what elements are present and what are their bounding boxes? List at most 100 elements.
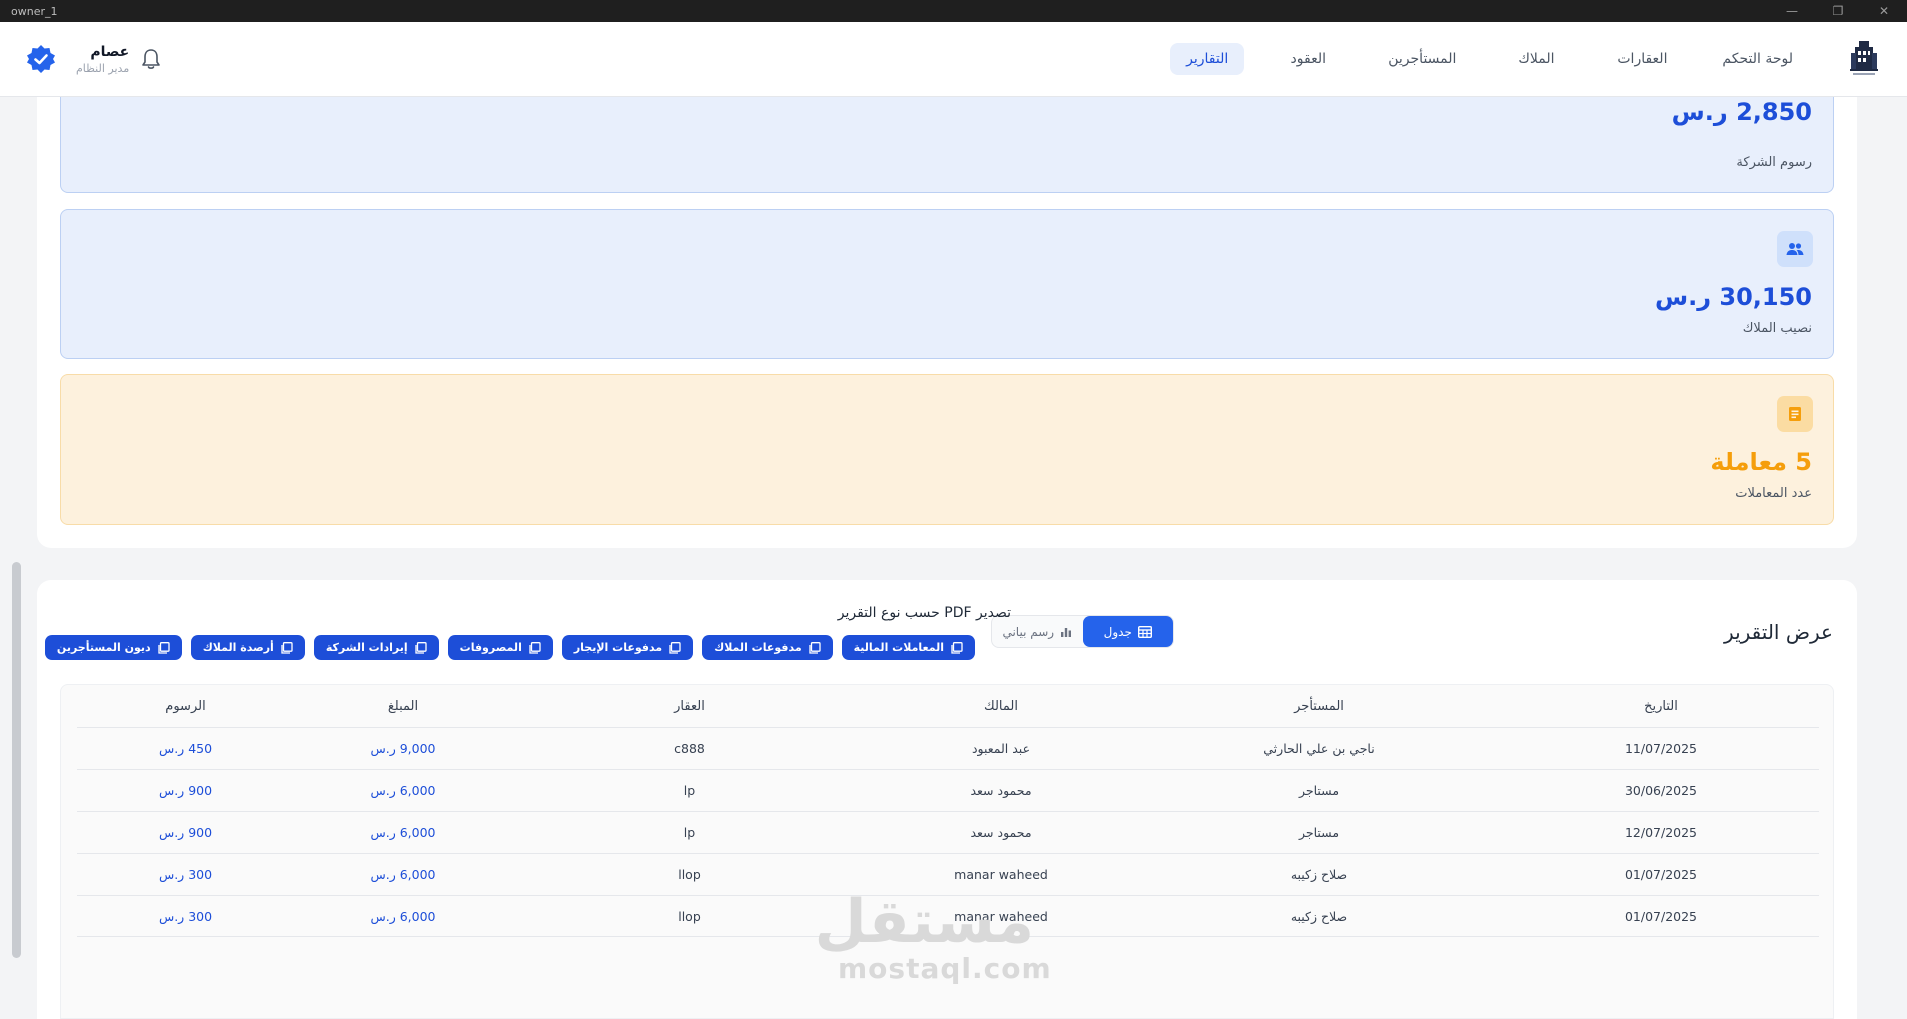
nav-tenants[interactable]: المستأجرين (1372, 43, 1472, 75)
watermark-arabic: مستقل (814, 887, 1034, 957)
watermark: مستقل mostaql.com (814, 887, 1052, 985)
export-financial-transactions-button[interactable]: المعاملات المالية (841, 635, 975, 660)
export-owner-balances-button[interactable]: أرصدة الملاك (190, 635, 305, 660)
owners-share-card: 30,150 ر.س نصيب الملاك (60, 209, 1834, 359)
cell-tenant: صلاح زكيبه (1290, 867, 1348, 882)
nav-properties[interactable]: العقارات (1600, 43, 1684, 75)
nav-reports[interactable]: التقارير (1170, 43, 1245, 75)
column-header-amount[interactable]: المبلغ (294, 699, 512, 714)
cell-fees: 300 ر.س (158, 908, 213, 924)
card-label: نصيب الملاك (1742, 321, 1812, 336)
cell-property: c888 (674, 741, 705, 756)
export-button-label: مدفوعات الإيجار (573, 641, 663, 654)
summary-panel: 2,850 ر.س رسوم الشركة 30,150 ر.س نصيب ال… (37, 97, 1857, 548)
pdf-file-icon (529, 641, 541, 654)
table-row[interactable]: 12/07/2025 مستاجر محمود سعد lp 6,000 ر.س… (77, 811, 1819, 853)
cell-owner: manar waheed (954, 867, 1048, 882)
cell-tenant: مستاجر (1298, 825, 1340, 840)
company-fees-card: 2,850 ر.س رسوم الشركة (60, 97, 1834, 193)
cell-owner: محمود سعد (970, 783, 1032, 798)
nav-contracts[interactable]: العقود (1266, 43, 1350, 75)
cell-date: 01/07/2025 (1624, 908, 1698, 924)
verified-badge-icon[interactable] (26, 44, 56, 74)
cell-owner: عبد المعبود (971, 741, 1031, 756)
table-icon (1137, 625, 1152, 638)
export-button-label: ديون المستأجرين (56, 641, 151, 654)
app-header: لوحة التحكم العقارات الملاك المستأجرين ا… (0, 22, 1907, 97)
export-tenant-debts-button[interactable]: ديون المستأجرين (44, 635, 182, 660)
export-rent-payments-button[interactable]: مدفوعات الإيجار (561, 635, 694, 660)
cell-date: 12/07/2025 (1624, 825, 1698, 840)
table-row[interactable]: 30/06/2025 مستاجر محمود سعد lp 6,000 ر.س… (77, 769, 1819, 811)
table-row[interactable]: 11/07/2025 ناجي بن علي الحارثي عبد المعب… (77, 727, 1819, 769)
table-header: التاريخ المستأجر المالك العقار المبلغ ال… (77, 685, 1819, 727)
users-icon (1777, 231, 1813, 267)
cell-property: lp (683, 825, 696, 840)
cell-date: 11/07/2025 (1624, 741, 1698, 756)
export-company-revenue-button[interactable]: إيرادات الشركة (313, 635, 439, 660)
column-header-property[interactable]: العقار (512, 699, 867, 714)
cell-property: lp (683, 783, 696, 798)
card-label: عدد المعاملات (1735, 486, 1812, 501)
pdf-file-icon (281, 641, 293, 654)
restore-button[interactable]: ❐ (1815, 0, 1861, 22)
minimize-button[interactable]: — (1769, 0, 1815, 22)
export-button-label: إيرادات الشركة (325, 641, 408, 654)
close-button[interactable]: ✕ (1861, 0, 1907, 22)
pdf-file-icon (158, 641, 170, 654)
cell-amount: 6,000 ر.س (370, 908, 436, 924)
cell-tenant: ناجي بن علي الحارثي (1263, 741, 1375, 756)
column-header-tenant[interactable]: المستأجر (1135, 699, 1503, 714)
table-view-button[interactable]: جدول (1082, 616, 1173, 647)
cell-fees: 900 ر.س (158, 783, 213, 798)
column-header-date[interactable]: التاريخ (1503, 699, 1819, 714)
main-nav: لوحة التحكم العقارات الملاك المستأجرين ا… (1170, 43, 1809, 75)
window-title: owner_1 (11, 4, 58, 18)
table-view-label: جدول (1103, 624, 1132, 639)
column-header-fees[interactable]: الرسوم (77, 699, 294, 714)
cell-amount: 6,000 ر.س (370, 867, 436, 882)
pdf-file-icon (951, 641, 963, 654)
watermark-latin: mostaql.com (838, 952, 1052, 985)
cell-date: 01/07/2025 (1624, 867, 1698, 882)
notifications-bell-icon[interactable] (139, 47, 163, 71)
cell-fees: 450 ر.س (158, 741, 213, 756)
export-owner-payments-button[interactable]: مدفوعات الملاك (702, 635, 833, 660)
report-title: عرض التقرير (1724, 620, 1833, 644)
user-name: عصام (90, 43, 130, 60)
export-button-label: المعاملات المالية (853, 641, 944, 654)
bar-chart-icon (1061, 627, 1072, 637)
nav-dashboard[interactable]: لوحة التحكم (1706, 43, 1809, 75)
cell-owner: محمود سعد (970, 825, 1032, 840)
view-toggle: جدول رسم بياني (991, 615, 1174, 648)
window-titlebar: owner_1 — ❐ ✕ (0, 0, 1907, 22)
transactions-count-card: 5 معاملة عدد المعاملات (60, 374, 1834, 525)
column-header-owner[interactable]: المالك (867, 699, 1135, 714)
export-buttons: المعاملات المالية مدفوعات الملاك مدفوعات… (44, 635, 975, 660)
export-expenses-button[interactable]: المصروفات (447, 635, 553, 660)
page-scrollbar[interactable] (12, 562, 21, 958)
card-label: رسوم الشركة (1736, 155, 1812, 170)
cell-amount: 6,000 ر.س (370, 783, 436, 798)
pdf-file-icon (669, 641, 681, 654)
cell-property: llop (678, 908, 701, 924)
card-value: 2,850 ر.س (1671, 98, 1812, 126)
user-area: عصام مدير النظام (26, 44, 163, 75)
card-value: 5 معاملة (1710, 448, 1812, 476)
cell-amount: 9,000 ر.س (370, 741, 436, 756)
cell-property: llop (678, 867, 701, 882)
cell-tenant: صلاح زكيبه (1290, 908, 1348, 924)
cell-fees: 300 ر.س (158, 867, 213, 882)
app-logo[interactable] (1847, 37, 1881, 81)
chart-view-label: رسم بياني (1002, 624, 1055, 639)
nav-owners[interactable]: الملاك (1494, 43, 1578, 75)
building-logo-icon (1850, 41, 1878, 75)
export-button-label: المصروفات (459, 641, 522, 654)
export-button-label: أرصدة الملاك (202, 641, 274, 654)
cell-amount: 6,000 ر.س (370, 825, 436, 840)
user-info[interactable]: عصام مدير النظام (76, 44, 129, 75)
user-role: مدير النظام (76, 61, 130, 75)
cell-fees: 900 ر.س (158, 825, 213, 840)
export-title: تصدير PDF حسب نوع التقرير (837, 605, 1011, 621)
pdf-file-icon (808, 641, 821, 654)
